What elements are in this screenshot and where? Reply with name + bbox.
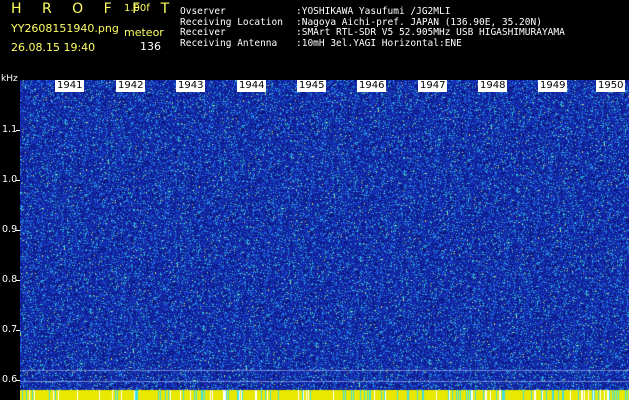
x-tick-label: 1943 <box>176 80 206 92</box>
info-row-observer: Ovserver :YOSHIKAWA Yasufumi /JG2MLI <box>180 6 565 18</box>
y-tick-label: 0.6 <box>2 374 18 385</box>
info-label: Ovserver <box>180 6 226 17</box>
spectrogram-canvas <box>20 80 629 400</box>
x-tick-label: 1947 <box>418 80 448 92</box>
y-tick-label: 0.7 <box>2 324 18 335</box>
app-version: 1.00f <box>124 3 150 14</box>
header-panel: H R O F F T 1.00f YY2608151940.png 26.08… <box>0 0 629 78</box>
info-label: Receiving Antenna <box>180 37 278 49</box>
x-tick-label: 1946 <box>357 80 387 92</box>
info-value: :10mH 3el.YAGI Horizontal:ENE <box>296 37 462 49</box>
x-tick-label: 1948 <box>478 80 508 92</box>
image-filename: YY2608151940.png <box>11 22 119 35</box>
station-info: Ovserver :YOSHIKAWA Yasufumi /JG2MLI Rece… <box>180 6 565 50</box>
x-tick-label: 1942 <box>116 80 146 92</box>
info-row-receiver: Receiver :SMArt RTL-SDR V5 52.905MHz USB … <box>180 27 565 39</box>
app-title: H R O F F T <box>11 1 178 17</box>
y-axis-unit: kHz <box>1 74 18 84</box>
spectrogram-plot <box>20 80 629 400</box>
info-value: :SMArt RTL-SDR V5 52.905MHz USB HIGASHIM… <box>296 27 565 38</box>
y-tick-label: 1.1 <box>2 124 18 135</box>
info-row-antenna: Receiving Antenna :10mH 3el.YAGI Horizont… <box>180 37 565 50</box>
y-tick-label: 0.9 <box>2 224 18 235</box>
info-label: Receiver <box>180 27 226 38</box>
meteor-count: 136 <box>140 40 161 53</box>
x-tick-label: 1941 <box>55 80 85 92</box>
x-tick-label: 1944 <box>237 80 267 92</box>
y-tick-label: 0.8 <box>2 274 18 285</box>
x-tick-label: 1950 <box>596 80 626 92</box>
info-value: :YOSHIKAWA Yasufumi /JG2MLI <box>296 6 451 17</box>
mode-label: meteor <box>124 26 164 39</box>
x-tick-label: 1949 <box>538 80 568 92</box>
y-tick-label: 1.0 <box>2 174 18 185</box>
x-tick-label: 1945 <box>297 80 327 92</box>
capture-datetime: 26.08.15 19:40 <box>11 41 96 54</box>
